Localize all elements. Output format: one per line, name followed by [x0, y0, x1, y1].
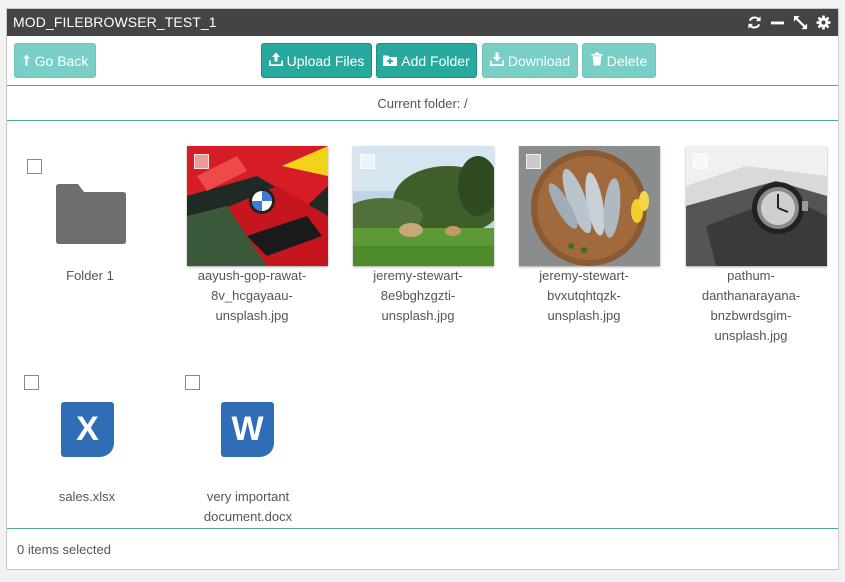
file-name-line: unsplash.jpg: [547, 308, 621, 323]
file-item-jeremy-landscape-image[interactable]: jeremy-stewart- 8e9bghzgzti- unsplash.jp…: [343, 140, 494, 330]
file-name-line: jeremy-stewart-: [373, 268, 463, 283]
trash-icon: [591, 52, 603, 69]
select-checkbox[interactable]: [24, 375, 39, 390]
file-name: sales.xlsx: [12, 487, 162, 507]
resize-icon[interactable]: [792, 14, 808, 30]
file-item-important-docx[interactable]: W very important document.docx: [173, 362, 323, 532]
file-name-line: unsplash.jpg: [215, 308, 289, 323]
file-name-line: Folder 1: [66, 268, 114, 283]
file-item-jeremy-fish-image[interactable]: jeremy-stewart- bvxutqhtqzk- unsplash.jp…: [509, 140, 660, 330]
file-item-pathum-watch-image[interactable]: pathum- danthanarayana- bnzbwrdsgim- uns…: [676, 140, 827, 350]
upload-files-label: Upload Files: [286, 52, 365, 69]
file-name-line: document.docx: [203, 509, 293, 524]
file-name: jeremy-stewart- bvxutqhtqzk- unsplash.jp…: [509, 266, 659, 326]
upload-files-button[interactable]: Upload Files: [261, 43, 372, 78]
add-folder-button[interactable]: Add Folder: [376, 43, 477, 78]
file-item-folder-1[interactable]: Folder 1: [15, 140, 165, 290]
select-checkbox[interactable]: [194, 154, 209, 169]
file-grid: Folder 1 aayush-gop-rawat- 8v_hcgayaau- …: [7, 122, 838, 528]
folder-icon: [56, 184, 126, 249]
download-label: Download: [507, 52, 571, 69]
title-bar-controls: [746, 13, 831, 31]
upload-icon: [268, 52, 283, 69]
settings-icon[interactable]: [815, 14, 831, 30]
status-bar: 0 items selected: [7, 528, 838, 571]
file-name-line: unsplash.jpg: [714, 328, 788, 343]
refresh-icon[interactable]: [746, 14, 762, 30]
file-browser-window: MOD_FILEBROWSER_TEST_1 Go Back Upload Fi…: [6, 8, 839, 570]
file-name-line: danthanarayana-: [701, 288, 801, 303]
current-folder-label: Current folder: /: [377, 96, 468, 111]
file-name-line: pathum-: [727, 268, 775, 283]
level-up-icon: [22, 53, 31, 69]
file-name: jeremy-stewart- 8e9bghzgzti- unsplash.jp…: [343, 266, 493, 326]
delete-button[interactable]: Delete: [582, 43, 656, 78]
add-folder-label: Add Folder: [401, 52, 470, 69]
title-bar: MOD_FILEBROWSER_TEST_1: [7, 9, 838, 36]
word-icon: W: [221, 402, 274, 457]
file-name-line: aayush-gop-rawat-: [197, 268, 307, 283]
current-folder-bar: Current folder: /: [7, 87, 838, 121]
file-name-line: bvxutqhtqzk-: [547, 288, 621, 303]
file-name-line: bnzbwrdsgim-: [710, 308, 792, 323]
file-name: pathum- danthanarayana- bnzbwrdsgim- uns…: [676, 266, 826, 346]
file-name: very important document.docx: [173, 487, 323, 527]
go-back-label: Go Back: [34, 52, 89, 69]
file-name-line: 8e9bghzgzti-: [380, 288, 456, 303]
download-button[interactable]: Download: [482, 43, 578, 78]
file-name: aayush-gop-rawat- 8v_hcgayaau- unsplash.…: [177, 266, 327, 326]
folder-plus-icon: [383, 53, 398, 69]
select-checkbox[interactable]: [185, 375, 200, 390]
window-title: MOD_FILEBROWSER_TEST_1: [13, 14, 217, 30]
select-checkbox[interactable]: [360, 154, 375, 169]
toolbar: Go Back Upload Files Add Folder Download…: [7, 36, 838, 86]
file-name-line: 8v_hcgayaau-: [211, 288, 293, 303]
excel-icon: X: [61, 402, 114, 457]
file-name-line: unsplash.jpg: [381, 308, 455, 323]
minimize-icon[interactable]: [769, 14, 785, 30]
select-checkbox[interactable]: [693, 154, 708, 169]
file-item-aayush-image[interactable]: aayush-gop-rawat- 8v_hcgayaau- unsplash.…: [177, 140, 328, 330]
select-checkbox[interactable]: [27, 159, 42, 174]
file-name-line: sales.xlsx: [58, 489, 116, 504]
file-name: Folder 1: [15, 266, 165, 286]
selection-count: 0 items selected: [17, 542, 111, 557]
delete-label: Delete: [606, 52, 648, 69]
file-name-line: very important: [206, 489, 290, 504]
file-item-sales-xlsx[interactable]: X sales.xlsx: [12, 362, 162, 512]
go-back-button[interactable]: Go Back: [14, 43, 96, 78]
file-name-line: jeremy-stewart-: [539, 268, 629, 283]
select-checkbox[interactable]: [526, 154, 541, 169]
download-icon: [489, 52, 504, 69]
